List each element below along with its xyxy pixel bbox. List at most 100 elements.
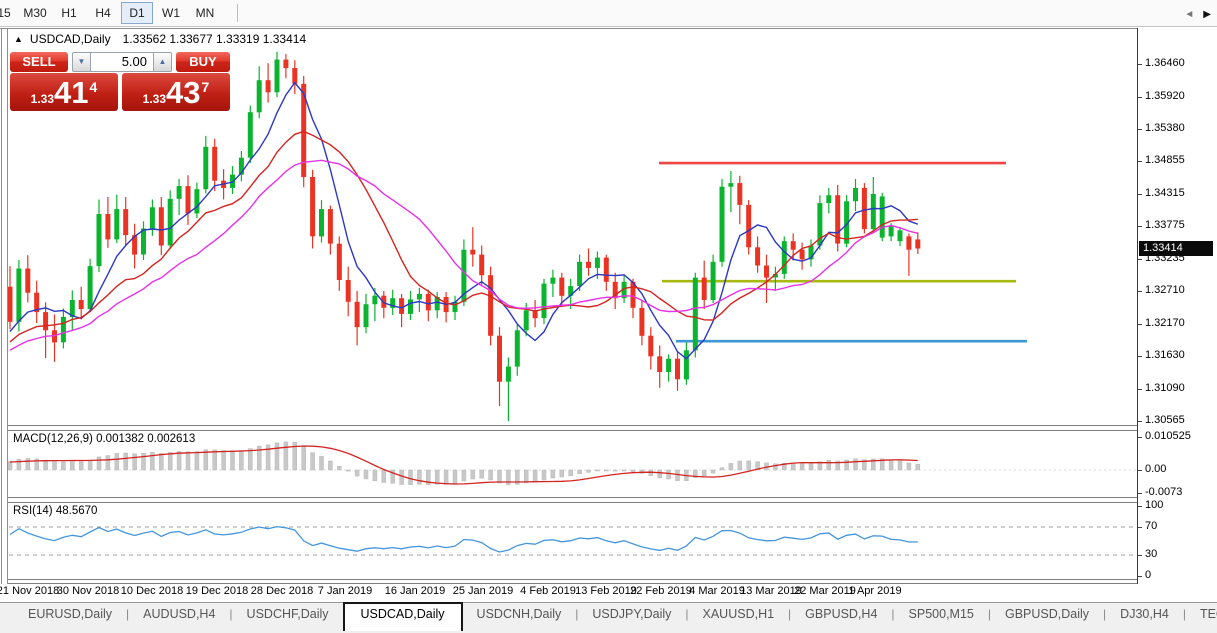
- rsi-tick-tickmark: [1138, 555, 1142, 556]
- toolbar-separator: [237, 4, 238, 22]
- price-tick-tickmark: [1138, 291, 1142, 292]
- buy-price-prefix: 1.33: [143, 92, 166, 106]
- tab-scroll-right-icon[interactable]: ▶: [1203, 9, 1211, 20]
- tab-gbpusd-daily[interactable]: GBPUSD,Daily: [991, 603, 1103, 629]
- timeframe-button-W1[interactable]: W1: [155, 2, 187, 24]
- price-tick-tickmark: [1138, 389, 1142, 390]
- date-tick-label: 22 Feb 2019: [630, 585, 692, 597]
- date-tick-label: 1 Apr 2019: [848, 585, 901, 597]
- price-tick-tickmark: [1138, 64, 1142, 65]
- price-tick-tickmark: [1138, 194, 1142, 195]
- one-click-trading-panel: SELL ▼ 5.00 ▲ BUY 1.33414 1.33437: [10, 52, 230, 112]
- sell-price-point: 4: [90, 79, 98, 95]
- rsi-tick-tickmark: [1138, 576, 1142, 577]
- buy-button[interactable]: BUY: [176, 52, 230, 72]
- date-tick-label: 16 Jan 2019: [385, 585, 446, 597]
- tab-dj30-h4[interactable]: DJ30,H4: [1106, 603, 1183, 629]
- price-tick-tickmark: [1138, 226, 1142, 227]
- price-tick-tickmark: [1138, 324, 1142, 325]
- rsi-tick-label: 100: [1145, 499, 1163, 511]
- price-tick-tickmark: [1138, 356, 1142, 357]
- price-tick-label: 1.35380: [1145, 122, 1185, 134]
- tab-gbpusd-h4[interactable]: GBPUSD,H4: [791, 603, 891, 629]
- date-tick-label: 10 Dec 2018: [121, 585, 183, 597]
- tab-scroll-left-icon[interactable]: ◄: [1184, 9, 1194, 20]
- price-tick-label: 1.33775: [1145, 219, 1185, 231]
- volume-input[interactable]: 5.00: [91, 52, 153, 72]
- tab-scroll-arrows: ◄▶: [1184, 9, 1211, 20]
- price-tick-label: 1.36460: [1145, 57, 1185, 69]
- date-axis[interactable]: 21 Nov 201830 Nov 201810 Dec 201819 Dec …: [0, 584, 1217, 602]
- macd-tick-tickmark: [1138, 437, 1142, 438]
- buy-price-point: 7: [202, 79, 210, 95]
- tab-sp500-m15[interactable]: SP500,M15: [895, 603, 988, 629]
- mt4-terminal: 15M30H1H4D1W1MN ▲ USDCAD,Daily 1.33562 1…: [0, 0, 1217, 633]
- date-tick-label: 13 Feb 2019: [575, 585, 637, 597]
- timeframe-button-D1[interactable]: D1: [121, 2, 153, 24]
- sell-button[interactable]: SELL: [10, 52, 68, 72]
- macd-tick-label: 0.00: [1145, 463, 1166, 475]
- rsi-tick-tickmark: [1138, 527, 1142, 528]
- price-tick-label: 1.32170: [1145, 317, 1185, 329]
- sell-price-button[interactable]: 1.33414: [10, 73, 118, 111]
- rsi-value: 48.5670: [56, 505, 98, 517]
- sell-price-prefix: 1.33: [31, 92, 54, 106]
- price-tick-label: 1.32710: [1145, 284, 1185, 296]
- price-axis[interactable]: 1.36460 1.35920 1.35380 1.34855 1.34315 1.337…: [1137, 28, 1217, 584]
- chart-tab-bar: EURUSD,Daily|AUDUSD,H4|USDCHF,DailyUSDCA…: [0, 602, 1217, 633]
- tab-eurusd-daily[interactable]: EURUSD,Daily: [14, 603, 126, 629]
- date-tick-label: 19 Dec 2018: [186, 585, 248, 597]
- timeframe-button-M30[interactable]: M30: [19, 2, 51, 24]
- tab-usdchf-daily[interactable]: USDCHF,Daily: [233, 603, 343, 629]
- tab-tech100-h1[interactable]: TECH100,H1: [1186, 603, 1217, 629]
- tab-usdcnh-daily[interactable]: USDCNH,Daily: [463, 603, 576, 629]
- tab-usdjpy-daily[interactable]: USDJPY,Daily: [578, 603, 685, 629]
- date-tick-label: 7 Jan 2019: [318, 585, 372, 597]
- price-tick-label: 1.34315: [1145, 187, 1185, 199]
- sell-price-pips: 41: [54, 75, 88, 111]
- date-tick-label: 25 Jan 2019: [453, 585, 514, 597]
- date-tick-label: 13 Mar 2019: [740, 585, 802, 597]
- chart-symbol-label: USDCAD,Daily: [30, 32, 111, 46]
- price-tick-label: 1.31630: [1145, 349, 1185, 361]
- rsi-indicator-chart[interactable]: [8, 503, 1137, 579]
- price-tick-label: 1.34855: [1145, 154, 1185, 166]
- tab-xauusd-h1[interactable]: XAUUSD,H1: [689, 603, 789, 629]
- date-tick-label: 4 Mar 2019: [689, 585, 745, 597]
- macd-tick-label: 0.010525: [1145, 430, 1191, 442]
- rsi-tick-label: 0: [1145, 569, 1151, 581]
- volume-increase-button[interactable]: ▲: [153, 52, 172, 72]
- price-tick-label: 1.35920: [1145, 90, 1185, 102]
- buy-price-button[interactable]: 1.33437: [122, 73, 230, 111]
- price-tick-tickmark: [1138, 161, 1142, 162]
- current-price-tag: 1.33414: [1139, 241, 1213, 256]
- rsi-tick-label: 30: [1145, 548, 1157, 560]
- macd-tick-label: -0.0073: [1145, 486, 1182, 498]
- price-tick-tickmark: [1138, 259, 1142, 260]
- timeframe-button-H1[interactable]: H1: [53, 2, 85, 24]
- price-tick-label: 1.31090: [1145, 382, 1185, 394]
- date-tick-label: 4 Feb 2019: [520, 585, 576, 597]
- one-click-collapse-icon[interactable]: ▲: [14, 34, 23, 44]
- tab-audusd-h4[interactable]: AUDUSD,H4: [129, 603, 229, 629]
- timeframe-toolbar: 15M30H1H4D1W1MN: [0, 0, 1217, 27]
- timeframe-button-MN[interactable]: MN: [189, 2, 221, 24]
- date-tick-label: 30 Nov 2018: [57, 585, 119, 597]
- volume-decrease-button[interactable]: ▼: [72, 52, 91, 72]
- timeframe-button-15[interactable]: 15: [0, 2, 17, 24]
- date-tick-label: 21 Nov 2018: [0, 585, 59, 597]
- macd-values: 0.001382 0.002613: [96, 433, 195, 445]
- window-left-border: [1, 28, 2, 602]
- rsi-label: RSI(14) 48.5670: [13, 505, 97, 517]
- price-tick-tickmark: [1138, 97, 1142, 98]
- price-tick-label: 1.30565: [1145, 414, 1185, 426]
- chart-title: ▲ USDCAD,Daily 1.33562 1.33677 1.33319 1…: [14, 32, 306, 46]
- buy-price-pips: 43: [166, 75, 200, 111]
- price-tick-tickmark: [1138, 129, 1142, 130]
- timeframe-button-H4[interactable]: H4: [87, 2, 119, 24]
- macd-title: MACD(12,26,9): [13, 433, 93, 445]
- price-tick-tickmark: [1138, 421, 1142, 422]
- macd-tick-tickmark: [1138, 470, 1142, 471]
- rsi-tick-label: 70: [1145, 520, 1157, 532]
- tab-usdcad-daily[interactable]: USDCAD,Daily: [343, 602, 463, 631]
